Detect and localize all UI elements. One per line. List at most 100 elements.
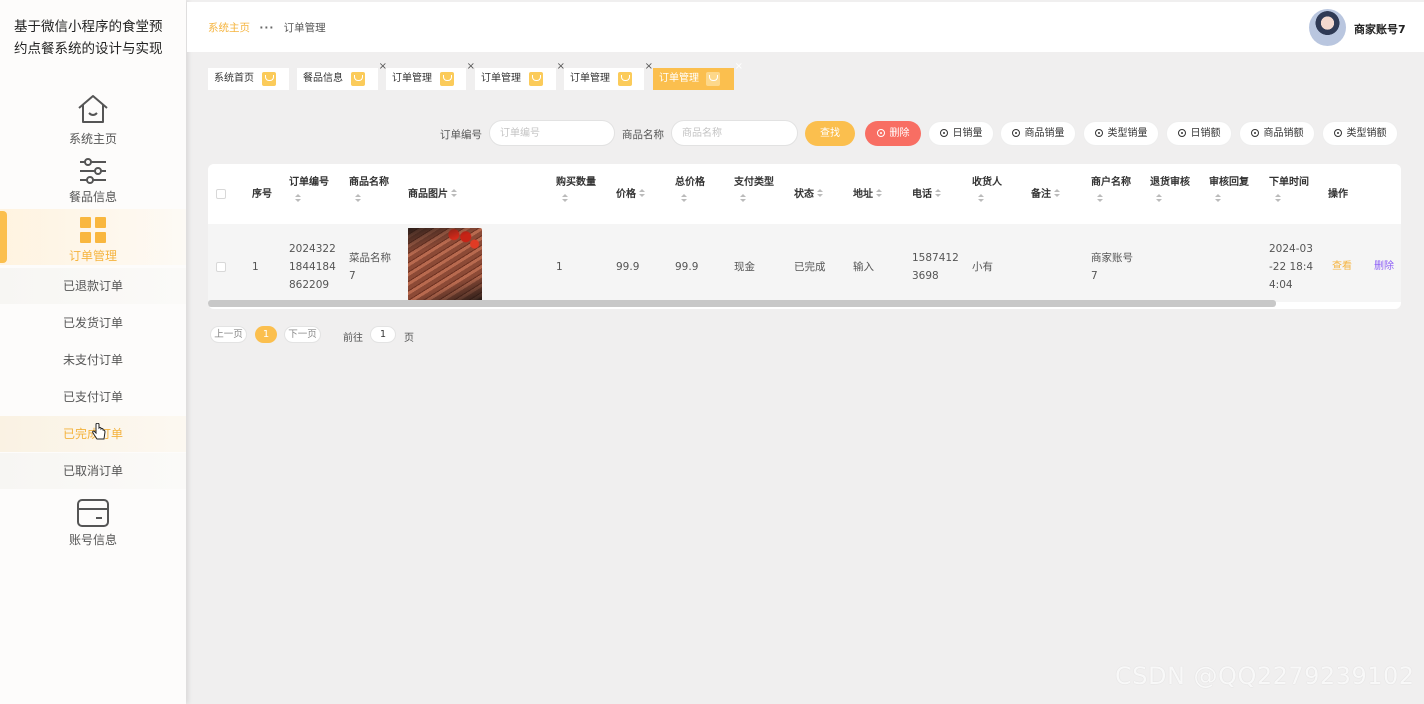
product-name-label: 商品名称 (622, 129, 664, 141)
delete-button[interactable]: 删除 (865, 121, 921, 146)
sort-icon[interactable] (978, 194, 984, 203)
submenu-cancelled-orders[interactable]: 已取消订单 (0, 453, 186, 489)
col-header-address[interactable]: 地址 (853, 186, 882, 203)
select-all-checkbox[interactable] (216, 189, 226, 199)
col-header-label: 购买数量 (556, 177, 596, 188)
user-name[interactable]: 商家账号7 (1354, 21, 1406, 37)
type-revenue-button[interactable]: 类型销额 (1322, 121, 1398, 146)
sort-icon[interactable] (681, 194, 687, 203)
cell-product: 菜品名称 7 (349, 249, 391, 285)
col-header-total[interactable]: 总价格 (675, 174, 705, 208)
tab-label: 餐品信息 (303, 73, 343, 84)
order-no-input[interactable] (489, 120, 615, 146)
cell-line: 4:04 (1269, 279, 1293, 291)
col-header-order-no[interactable]: 订单编号 (289, 174, 329, 208)
page-1-button[interactable]: 1 (255, 326, 277, 343)
cell-order-no: 2024322 1844184 862209 (289, 240, 336, 294)
col-header-quantity[interactable]: 购买数量 (556, 174, 596, 208)
cell-price: 99.9 (616, 261, 640, 273)
sort-icon[interactable] (1215, 194, 1221, 203)
col-header-label: 价格 (616, 189, 636, 200)
col-header-product[interactable]: 商品名称 (349, 174, 389, 208)
col-header-label: 下单时间 (1269, 177, 1309, 188)
sidebar: 基于微信小程序的食堂预约点餐系统的设计与实现 系统主页 餐品信息 订单管理 已退… (0, 0, 186, 704)
col-header-status[interactable]: 状态 (794, 186, 823, 203)
cell-line: -22 18:4 (1269, 261, 1314, 273)
goto-page-input[interactable]: 1 (370, 326, 396, 343)
sidebar-item-account[interactable]: 账号信息 (0, 498, 186, 548)
sidebar-item-home[interactable]: 系统主页 (0, 92, 186, 147)
product-sales-button[interactable]: 商品销量 (1000, 121, 1076, 146)
sidebar-item-orders[interactable]: 订单管理 (0, 216, 186, 264)
prev-page-button[interactable]: 上一页 (210, 326, 247, 343)
row-checkbox[interactable] (216, 262, 226, 272)
sort-icon[interactable] (817, 189, 823, 198)
card-icon (77, 499, 109, 527)
sidebar-item-food[interactable]: 餐品信息 (0, 157, 186, 205)
col-header-order-time[interactable]: 下单时间 (1269, 174, 1309, 208)
stats-icon (1250, 129, 1259, 137)
sort-icon[interactable] (1156, 194, 1162, 203)
tab-orders-1[interactable]: 订单管理 × (386, 62, 475, 90)
sort-icon[interactable] (1097, 194, 1103, 203)
submenu-shipped-orders[interactable]: 已发货订单 (0, 305, 186, 341)
tab-label: 订单管理 (570, 73, 610, 84)
top-header: 系统主页 ··· 订单管理 商家账号7 (187, 2, 1424, 52)
sort-icon[interactable] (451, 189, 457, 198)
col-header-phone[interactable]: 电话 (912, 186, 941, 203)
tab-orders-active[interactable]: 订单管理 × (653, 62, 743, 90)
col-header-label: 商品图片 (408, 189, 448, 200)
product-revenue-button[interactable]: 商品销额 (1239, 121, 1315, 146)
find-button[interactable]: 查找 (805, 121, 855, 146)
col-header-merchant[interactable]: 商户名称 (1091, 174, 1131, 208)
submenu-refunded-orders[interactable]: 已退款订单 (0, 268, 186, 304)
type-sales-button[interactable]: 类型销量 (1083, 121, 1159, 146)
cell-quantity: 1 (556, 261, 563, 273)
page-unit-label: 页 (404, 333, 414, 344)
sliders-icon (80, 158, 106, 184)
sort-icon[interactable] (562, 194, 568, 203)
cell-line: 3698 (912, 270, 939, 282)
sort-icon[interactable] (355, 194, 361, 203)
table-row: 1 2024322 1844184 862209 菜品名称 7 1 99.9 9… (208, 224, 1401, 302)
horizontal-scrollbar[interactable] (208, 300, 1276, 307)
sort-icon[interactable] (1054, 189, 1060, 198)
tab-orders-2[interactable]: 订单管理 × (475, 62, 565, 90)
next-page-button[interactable]: 下一页 (284, 326, 321, 343)
sort-icon[interactable] (935, 189, 941, 198)
daily-revenue-button[interactable]: 日销额 (1166, 121, 1232, 146)
col-header-image[interactable]: 商品图片 (408, 186, 457, 203)
col-header-actions: 操作 (1328, 186, 1348, 203)
avatar[interactable] (1309, 9, 1346, 46)
col-header-price[interactable]: 价格 (616, 186, 645, 203)
close-icon[interactable]: × (645, 62, 653, 72)
tab-food-info[interactable]: 餐品信息 × (297, 62, 387, 90)
sort-icon[interactable] (295, 194, 301, 203)
col-header-remark[interactable]: 备注 (1031, 186, 1060, 203)
cell-pay-type: 现金 (734, 261, 755, 273)
product-name-input[interactable] (671, 120, 798, 146)
breadcrumb-home[interactable]: 系统主页 (208, 22, 250, 34)
sort-icon[interactable] (639, 189, 645, 198)
sort-icon[interactable] (1275, 194, 1281, 203)
sort-icon[interactable] (740, 194, 746, 203)
col-header-pay-type[interactable]: 支付类型 (734, 174, 774, 208)
stats-button-label: 日销额 (1190, 128, 1221, 139)
stats-button-label: 类型销额 (1346, 128, 1387, 139)
cell-line: 1844184 (289, 261, 336, 273)
cell-line: 商家账号 (1091, 252, 1133, 264)
tab-orders-3[interactable]: 订单管理 × (564, 62, 653, 90)
daily-sales-button[interactable]: 日销量 (928, 121, 994, 146)
submenu-paid-orders[interactable]: 已支付订单 (0, 379, 186, 415)
delete-link[interactable]: 删除 (1374, 258, 1394, 276)
close-icon[interactable]: × (735, 62, 743, 72)
view-link[interactable]: 查看 (1332, 258, 1352, 276)
col-header-review-reply[interactable]: 审核回复 (1209, 174, 1249, 208)
close-icon[interactable]: × (467, 62, 475, 72)
col-header-receiver[interactable]: 收货人 (972, 174, 1002, 208)
hand-cursor-icon (92, 423, 106, 440)
submenu-unpaid-orders[interactable]: 未支付订单 (0, 342, 186, 378)
tab-home[interactable]: 系统首页 (208, 68, 289, 90)
sort-icon[interactable] (876, 189, 882, 198)
col-header-return-review[interactable]: 退货审核 (1150, 174, 1190, 208)
